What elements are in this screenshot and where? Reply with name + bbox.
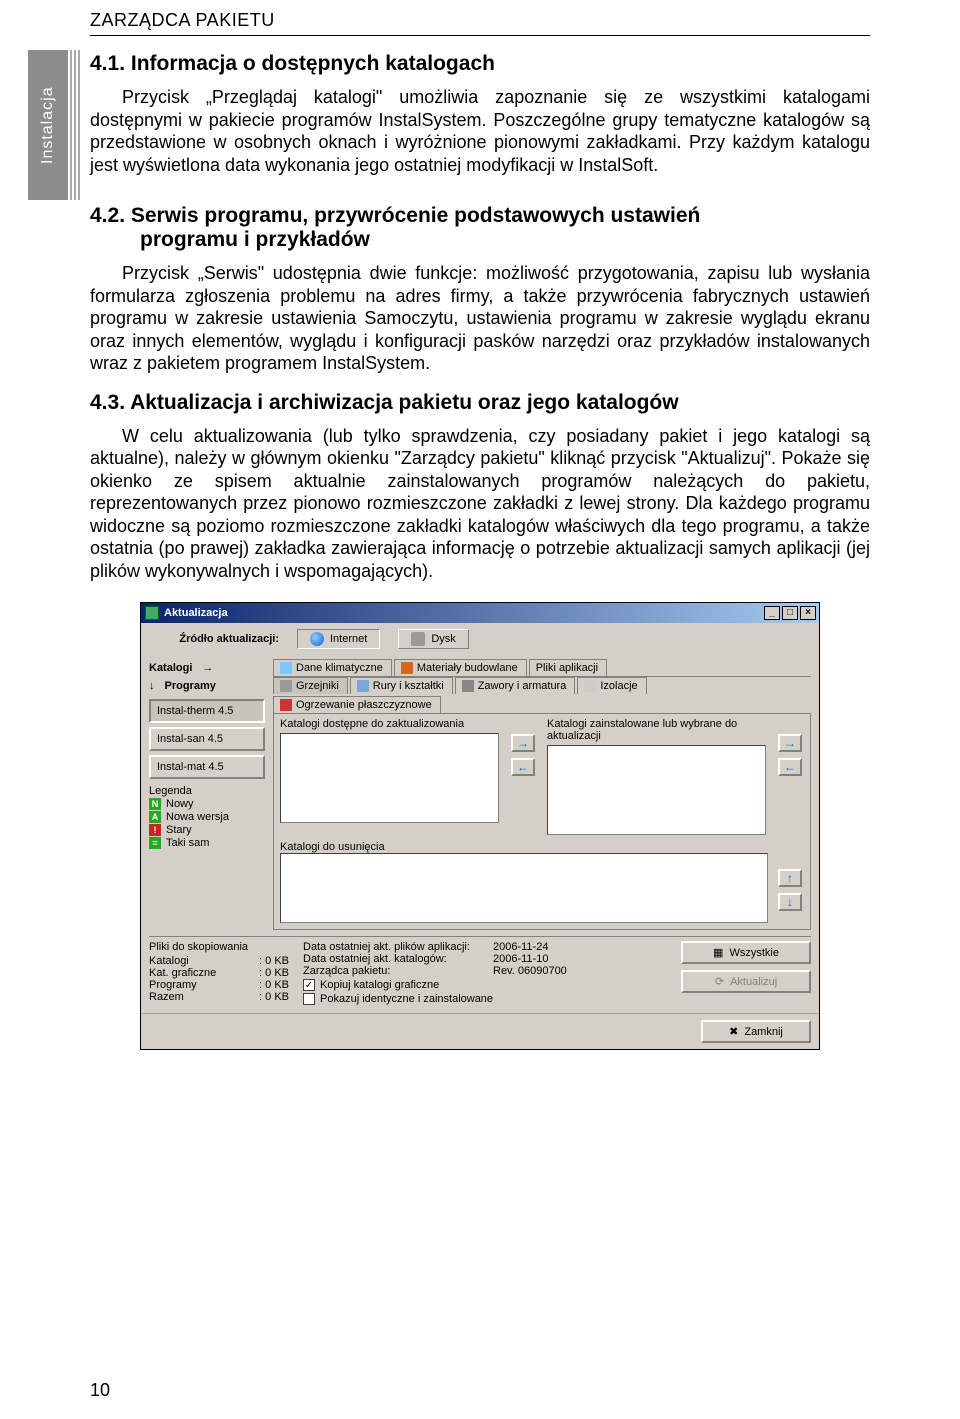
section-4-2-title-line1: 4.2. Serwis programu, przywrócenie podst… — [90, 204, 700, 227]
tab-climate-data[interactable]: Dane klimatyczne — [273, 659, 392, 676]
catalogs-row-label: Katalogi — [149, 659, 273, 677]
available-catalogs-list[interactable] — [280, 733, 499, 823]
sidebar-tab-installation: Instalacja — [28, 50, 68, 200]
maximize-button[interactable]: □ — [782, 606, 798, 620]
source-label: Źródło aktualizacji: — [149, 633, 279, 645]
section-4-2-title-line2: programu i przykładów — [140, 228, 370, 251]
info-col: Data ostatniej akt. plików aplikacji:200… — [303, 941, 667, 1005]
arrow-down-icon: ↓ — [787, 896, 793, 908]
close-dialog-button[interactable]: ✖Zamknij — [701, 1020, 811, 1043]
info-app-date: Data ostatniej akt. plików aplikacji:200… — [303, 941, 667, 953]
valve-icon — [462, 680, 474, 692]
section-4-2-paragraph: Przycisk „Serwis" udostępnia dwie funkcj… — [90, 262, 870, 375]
available-catalogs-header: Katalogi dostępne do zaktualizowania — [280, 718, 499, 730]
catalog-tabs-row2: Grzejniki Rury i kształtki Zawory i arma… — [273, 677, 811, 714]
legend-item-newver: ANowa wersja — [149, 811, 273, 823]
installed-catalogs-header: Katalogi zainstalowane lub wybrane do ak… — [547, 718, 766, 742]
source-disk-button[interactable]: Dysk — [398, 629, 468, 649]
sidebar-decoration — [70, 50, 82, 200]
files-row-razem: Razem: 0 KB — [149, 991, 289, 1003]
section-4-1-paragraph: Przycisk „Przeglądaj katalogi" umożliwia… — [90, 86, 870, 176]
select-all-button[interactable]: ▦Wszystkie — [681, 941, 811, 964]
page-header: ZARZĄDCA PAKIETU — [90, 10, 870, 31]
remove-up-button[interactable]: ↑ — [778, 869, 802, 887]
remove-catalogs-header: Katalogi do usunięcia — [280, 841, 804, 853]
catalog-tabs-row1: Dane klimatyczne Materiały budowlane Pli… — [273, 659, 811, 677]
tab-valves[interactable]: Zawory i armatura — [455, 677, 576, 694]
installed-catalogs-list[interactable] — [547, 745, 766, 835]
move-right-button[interactable]: → — [511, 734, 535, 752]
programs-row-label: Programy — [149, 677, 273, 695]
refresh-icon: ⟳ — [715, 975, 724, 988]
legend-item-new: NNowy — [149, 798, 273, 810]
legend-badge-old-icon: ! — [149, 824, 161, 836]
checkbox-icon: ✓ — [303, 979, 315, 991]
legend-item-old: !Stary — [149, 824, 273, 836]
source-internet-label: Internet — [330, 633, 367, 645]
close-icon: ✖ — [729, 1025, 738, 1038]
brick-icon — [401, 662, 413, 674]
header-rule — [90, 35, 870, 36]
legend-badge-new-icon: N — [149, 798, 161, 810]
files-header: Pliki do skopiowania — [149, 941, 289, 953]
arrow-up-icon: ↑ — [787, 872, 793, 884]
pipe-icon — [357, 680, 369, 692]
program-tab-instal-san[interactable]: Instal-san 4.5 — [149, 727, 265, 751]
tab-floor-heating[interactable]: Ogrzewanie płaszczyznowe — [273, 696, 441, 713]
remove-down-button[interactable]: ↓ — [778, 893, 802, 911]
move-right-button-2[interactable]: → — [778, 734, 802, 752]
tab-app-files[interactable]: Pliki aplikacji — [529, 659, 607, 676]
move-left-button-2[interactable]: ← — [778, 758, 802, 776]
minimize-button[interactable]: _ — [764, 606, 780, 620]
tab-radiators[interactable]: Grzejniki — [273, 677, 348, 694]
radiator-icon — [280, 680, 292, 692]
snowflake-icon — [280, 662, 292, 674]
legend-title: Legenda — [149, 785, 273, 797]
close-button[interactable]: × — [800, 606, 816, 620]
arrow-left-icon: ← — [784, 761, 796, 773]
dialog-title: Aktualizacja — [164, 607, 228, 619]
page-number: 10 — [90, 1380, 110, 1401]
program-tab-instal-therm[interactable]: Instal-therm 4.5 — [149, 699, 265, 723]
legend: Legenda NNowy ANowa wersja !Stary =Taki … — [149, 785, 273, 849]
arrow-right-icon: → — [517, 737, 529, 749]
move-left-button[interactable]: ← — [511, 758, 535, 776]
files-row-katgraf: Kat. graficzne: 0 KB — [149, 967, 289, 979]
section-4-3-title: 4.3. Aktualizacja i archiwizacja pakietu… — [90, 391, 870, 415]
select-all-icon: ▦ — [713, 946, 723, 959]
dialog-title-icon — [145, 606, 159, 620]
legend-item-same: =Taki sam — [149, 837, 273, 849]
arrow-left-icon: ← — [517, 761, 529, 773]
tab-building-materials[interactable]: Materiały budowlane — [394, 659, 527, 676]
section-4-1-title: 4.1. Informacja o dostępnych katalogach — [90, 52, 870, 76]
checkbox-copy-graphic[interactable]: ✓Kopiuj katalogi graficzne — [303, 979, 667, 991]
info-rev: Zarządca pakietu:Rev. 06090700 — [303, 965, 667, 977]
tab-insulation[interactable]: Izolacje — [577, 677, 646, 694]
legend-badge-same-icon: = — [149, 837, 161, 849]
dialog-titlebar[interactable]: Aktualizacja _ □ × — [141, 603, 819, 623]
source-disk-label: Dysk — [431, 633, 455, 645]
section-4-3-paragraph: W celu aktualizowania (lub tylko sprawdz… — [90, 425, 870, 583]
source-internet-button[interactable]: Internet — [297, 629, 380, 649]
checkbox-show-identical[interactable]: Pokazuj identyczne i zainstalowane — [303, 993, 667, 1005]
files-row-programy: Programy: 0 KB — [149, 979, 289, 991]
info-cat-date: Data ostatniej akt. katalogów:2006-11-10 — [303, 953, 667, 965]
files-row-katalogi: Katalogi: 0 KB — [149, 955, 289, 967]
disk-icon — [411, 632, 425, 646]
arrow-right-icon: → — [784, 737, 796, 749]
checkbox-icon — [303, 993, 315, 1005]
globe-icon — [310, 632, 324, 646]
program-tab-instal-mat[interactable]: Instal-mat 4.5 — [149, 755, 265, 779]
files-to-copy: Pliki do skopiowania Katalogi: 0 KB Kat.… — [149, 941, 289, 1003]
legend-badge-newver-icon: A — [149, 811, 161, 823]
remove-catalogs-list[interactable] — [280, 853, 768, 923]
tab-pipes[interactable]: Rury i kształtki — [350, 677, 453, 694]
section-4-2-title: 4.2. Serwis programu, przywrócenie podst… — [90, 204, 870, 252]
update-button[interactable]: ⟳Aktualizuj — [681, 970, 811, 993]
update-dialog: Aktualizacja _ □ × Źródło aktualizacji: … — [140, 602, 820, 1050]
floor-heating-icon — [280, 699, 292, 711]
insulation-icon — [584, 680, 596, 692]
